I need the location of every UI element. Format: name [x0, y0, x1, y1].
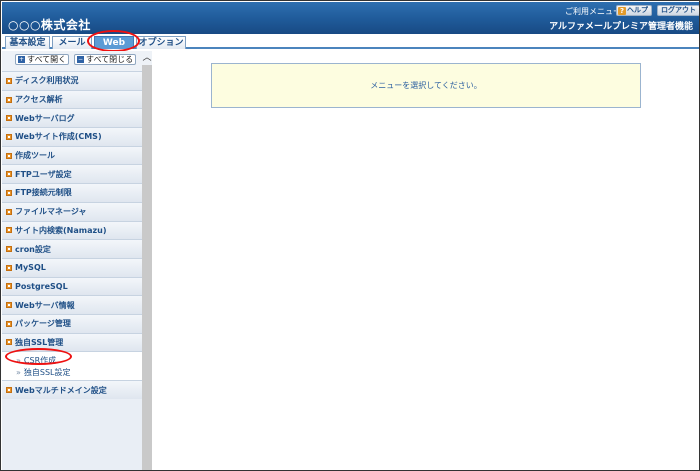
- submenu-item-ssl-settings[interactable]: » 独自SSL設定: [2, 366, 142, 378]
- sidebar-item-label: cron設定: [15, 244, 51, 254]
- sidebar-item-disk-usage[interactable]: ディスク利用状況: [2, 71, 142, 90]
- sidebar-item-label: Webサーバログ: [15, 113, 75, 123]
- tab-mail[interactable]: メール: [52, 36, 92, 49]
- csr-annotation-circle: [5, 348, 72, 365]
- collapse-icon: −: [77, 56, 84, 63]
- bullet-icon: [6, 171, 12, 178]
- bullet-icon: [6, 320, 12, 327]
- account-name: アルファメールプレミア管理者機能: [549, 22, 693, 32]
- sidebar-item-label: FTP接続元制限: [15, 188, 72, 198]
- sidebar-item-label: PostgreSQL: [15, 281, 68, 291]
- collapse-all-label: すべて閉じる: [86, 55, 134, 64]
- sidebar-item-web-server-log[interactable]: Webサーバログ: [2, 108, 142, 128]
- sidebar-item-access-analysis[interactable]: アクセス解析: [2, 89, 142, 109]
- bullet-icon: [6, 264, 12, 271]
- select-menu-notice: メニューを選択してください。: [211, 63, 641, 108]
- main-content: メニューを選択してください。: [153, 51, 699, 470]
- sidebar: + すべて開く − すべて閉じる ディスク利用状況 アクセス解析 Webサーバロ…: [2, 51, 152, 470]
- sidebar-item-file-manager[interactable]: ファイルマネージャ: [2, 201, 142, 221]
- sidebar-item-label: アクセス解析: [15, 95, 63, 105]
- bullet-icon: [6, 208, 12, 215]
- scroll-up-arrow-icon[interactable]: ︿: [142, 51, 152, 65]
- bullet-icon: [6, 283, 12, 290]
- submenu-item-label: 独自SSL設定: [23, 367, 71, 377]
- tab-basic-settings[interactable]: 基本設定: [5, 36, 50, 49]
- sidebar-item-label: サイト内検索(Namazu): [15, 225, 107, 235]
- usage-menu-label: ご利用メニュー: [565, 7, 621, 16]
- sidebar-item-label: Webサイト作成(CMS): [15, 132, 102, 142]
- bullet-icon: [6, 152, 12, 159]
- sidebar-item-label: Webサーバ情報: [15, 300, 75, 310]
- sidebar-item-label: ファイルマネージャ: [15, 207, 87, 217]
- logout-button[interactable]: ログアウト: [657, 5, 699, 16]
- sidebar-item-mysql[interactable]: MySQL: [2, 257, 142, 277]
- bullet-icon: [6, 96, 12, 103]
- app-window: ○○○株式会社 ご利用メニュー ? ヘルプ ログアウト アルファメールプレミア管…: [0, 0, 700, 471]
- sidebar-item-ftp-restriction[interactable]: FTP接続元制限: [2, 183, 142, 202]
- sidebar-item-web-server-info[interactable]: Webサーバ情報: [2, 295, 142, 314]
- bullet-icon: [6, 339, 12, 346]
- sidebar-scrollbar[interactable]: [142, 51, 152, 470]
- help-icon: ?: [618, 6, 626, 15]
- bullet-icon: [6, 115, 12, 122]
- expand-all-button[interactable]: + すべて開く: [15, 54, 70, 65]
- header-bar: ○○○株式会社 ご利用メニュー ? ヘルプ ログアウト アルファメールプレミア管…: [2, 2, 699, 34]
- web-tab-annotation-circle: [87, 30, 140, 52]
- collapse-all-button[interactable]: − すべて閉じる: [74, 54, 137, 65]
- sidebar-item-creation-tools[interactable]: 作成ツール: [2, 145, 142, 165]
- bullet-icon: [6, 246, 12, 253]
- sidebar-toolbar: + すべて開く − すべて閉じる: [2, 51, 142, 71]
- sidebar-item-cron[interactable]: cron設定: [2, 239, 142, 258]
- bullet-icon: [6, 189, 12, 196]
- bullet-icon: [6, 133, 12, 140]
- sidebar-item-label: 独自SSL管理: [15, 337, 64, 347]
- expand-all-label: すべて開く: [27, 55, 67, 64]
- help-label: ヘルプ: [627, 6, 648, 14]
- sidebar-item-site-search[interactable]: サイト内検索(Namazu): [2, 220, 142, 240]
- sidebar-item-package[interactable]: パッケージ管理: [2, 313, 142, 333]
- sidebar-item-multi-domain[interactable]: Webマルチドメイン設定: [2, 380, 142, 399]
- bullet-icon: [6, 387, 12, 394]
- company-name: ○○○株式会社: [8, 18, 91, 32]
- sidebar-item-label: MySQL: [15, 263, 46, 273]
- bullet-icon: [6, 302, 12, 309]
- sidebar-item-label: FTPユーザ設定: [15, 169, 72, 179]
- bullet-icon: [6, 77, 12, 84]
- tab-options[interactable]: オプション: [136, 36, 186, 49]
- help-button[interactable]: ? ヘルプ: [616, 5, 652, 16]
- sidebar-item-cms[interactable]: Webサイト作成(CMS): [2, 127, 142, 146]
- submenu-dot-icon: »: [16, 367, 21, 377]
- sidebar-item-label: ディスク利用状況: [15, 76, 79, 86]
- sidebar-item-postgresql[interactable]: PostgreSQL: [2, 276, 142, 296]
- sidebar-item-label: Webマルチドメイン設定: [15, 385, 107, 395]
- sidebar-item-label: 作成ツール: [15, 151, 55, 161]
- expand-icon: +: [18, 56, 25, 63]
- sidebar-item-label: パッケージ管理: [15, 319, 71, 329]
- sidebar-item-ftp-user[interactable]: FTPユーザ設定: [2, 164, 142, 184]
- bullet-icon: [6, 227, 12, 234]
